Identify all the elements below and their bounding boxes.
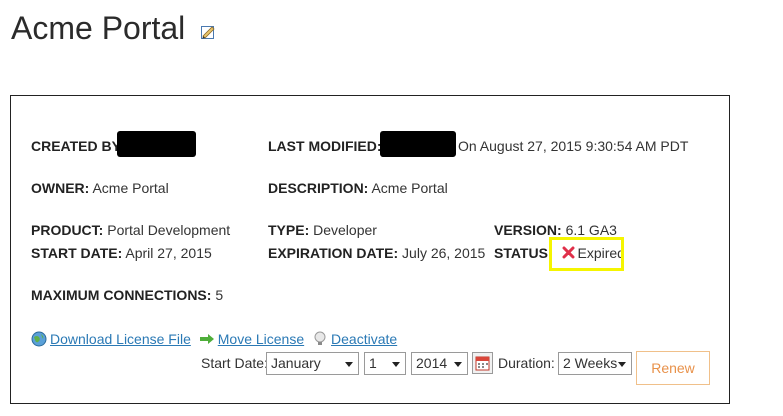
chevron-down-icon — [345, 362, 353, 367]
chevron-down-icon — [454, 362, 462, 367]
expiration-date-field: EXPIRATION DATE: July 26, 2015 — [268, 245, 486, 261]
description-field: DESCRIPTION: Acme Portal — [268, 180, 448, 196]
duration-label: Duration: — [498, 355, 555, 371]
start-date-label: Start Date: — [201, 355, 268, 371]
description-value: Acme Portal — [371, 180, 448, 196]
month-select-value: January — [271, 355, 321, 371]
chevron-down-icon — [392, 362, 400, 367]
last-modified-value: On August 27, 2015 9:30:54 AM PDT — [458, 138, 689, 154]
type-value: Developer — [313, 222, 377, 238]
last-modified-field: LAST MODIFIED: — [268, 138, 382, 154]
expiration-date-value: July 26, 2015 — [402, 245, 486, 261]
max-connections-field: MAXIMUM CONNECTIONS: 5 — [31, 287, 224, 303]
version-field: VERSION: 6.1 GA3 — [494, 222, 617, 238]
last-modified-redaction — [380, 131, 456, 157]
start-date-field: START DATE: April 27, 2015 — [31, 245, 212, 261]
duration-select[interactable]: 2 Weeks — [558, 352, 632, 375]
calendar-icon[interactable] — [472, 352, 493, 374]
chevron-down-icon — [618, 362, 626, 367]
type-field: TYPE: Developer — [268, 222, 377, 238]
owner-value: Acme Portal — [92, 180, 169, 196]
version-value: 6.1 GA3 — [565, 222, 617, 238]
day-select[interactable]: 1 — [364, 352, 406, 375]
month-select[interactable]: January — [266, 352, 359, 375]
day-select-value: 1 — [369, 355, 377, 371]
page-title: Acme Portal — [11, 10, 186, 46]
arrow-right-icon — [199, 331, 215, 347]
year-select[interactable]: 2014 — [411, 352, 468, 375]
license-actions: Download License File Move License Deact… — [31, 331, 397, 347]
created-by-field: CREATED BY: — [31, 138, 125, 154]
duration-select-value: 2 Weeks — [563, 355, 618, 371]
created-by-redaction — [117, 131, 196, 157]
product-value: Portal Development — [107, 222, 231, 238]
globe-icon — [31, 331, 47, 347]
renew-button[interactable]: Renew — [636, 351, 710, 385]
max-connections-value: 5 — [215, 287, 224, 303]
lightbulb-icon — [312, 331, 328, 347]
start-date-value: April 27, 2015 — [125, 245, 212, 261]
edit-icon[interactable] — [200, 24, 216, 40]
year-select-value: 2014 — [416, 355, 448, 371]
owner-field: OWNER: Acme Portal — [31, 180, 169, 196]
move-license-link[interactable]: Move License — [218, 331, 304, 347]
download-license-link[interactable]: Download License File — [50, 331, 191, 347]
product-field: PRODUCT: Portal Development — [31, 222, 231, 238]
deactivate-link[interactable]: Deactivate — [331, 331, 397, 347]
status-highlight — [549, 237, 624, 271]
